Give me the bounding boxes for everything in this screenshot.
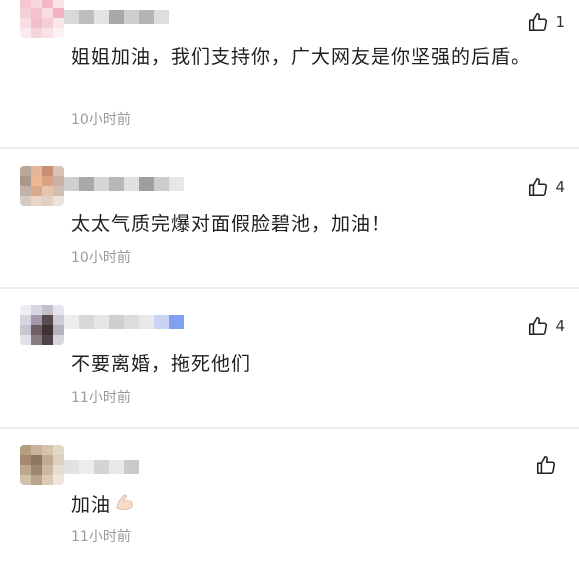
comment-text-content: 加油: [71, 494, 112, 516]
thumbs-up-icon: [536, 455, 556, 475]
comment-list: 1 姐姐加油，我们支持你，广大网友是你坚强的后盾。 10小时前 4 太太气质完爆…: [0, 0, 579, 562]
like-button[interactable]: 4: [527, 176, 565, 198]
thumbs-up-icon: [529, 177, 548, 197]
avatar[interactable]: [20, 166, 64, 206]
avatar[interactable]: [20, 445, 64, 485]
comment-item: 4 不要离婚，拖死他们 11小时前: [0, 289, 579, 427]
comment-text: 不要离婚，拖死他们: [71, 353, 252, 375]
thumbs-up-icon: [529, 12, 548, 32]
comment-time: 10小时前: [71, 250, 131, 266]
comment-time: 11小时前: [71, 529, 131, 545]
like-count: 4: [555, 178, 565, 196]
comment-time: 10小时前: [71, 112, 131, 128]
username-blurred[interactable]: [64, 177, 184, 191]
comment-item: 加油 11小时前: [0, 429, 579, 562]
like-count: 1: [555, 13, 565, 31]
avatar[interactable]: [20, 305, 64, 345]
username-blurred[interactable]: [64, 460, 139, 474]
comment-text: 姐姐加油，我们支持你，广大网友是你坚强的后盾。: [71, 46, 532, 68]
username-blurred[interactable]: [64, 10, 169, 24]
like-count: 4: [555, 317, 565, 335]
comment-text: 加油: [71, 490, 541, 521]
avatar[interactable]: [20, 0, 64, 38]
like-button[interactable]: 1: [527, 11, 565, 33]
like-button[interactable]: 4: [527, 315, 565, 337]
thumbs-up-icon: [529, 316, 548, 336]
flexed-biceps-emoji: [113, 490, 137, 521]
comment-item: 4 太太气质完爆对面假脸碧池，加油！ 10小时前: [0, 149, 579, 287]
comment-item: 1 姐姐加油，我们支持你，广大网友是你坚强的后盾。 10小时前: [0, 0, 579, 145]
like-button[interactable]: [535, 454, 557, 476]
username-blurred[interactable]: [64, 315, 184, 329]
comment-text: 太太气质完爆对面假脸碧池，加油！: [71, 213, 392, 235]
comment-time: 11小时前: [71, 390, 131, 406]
